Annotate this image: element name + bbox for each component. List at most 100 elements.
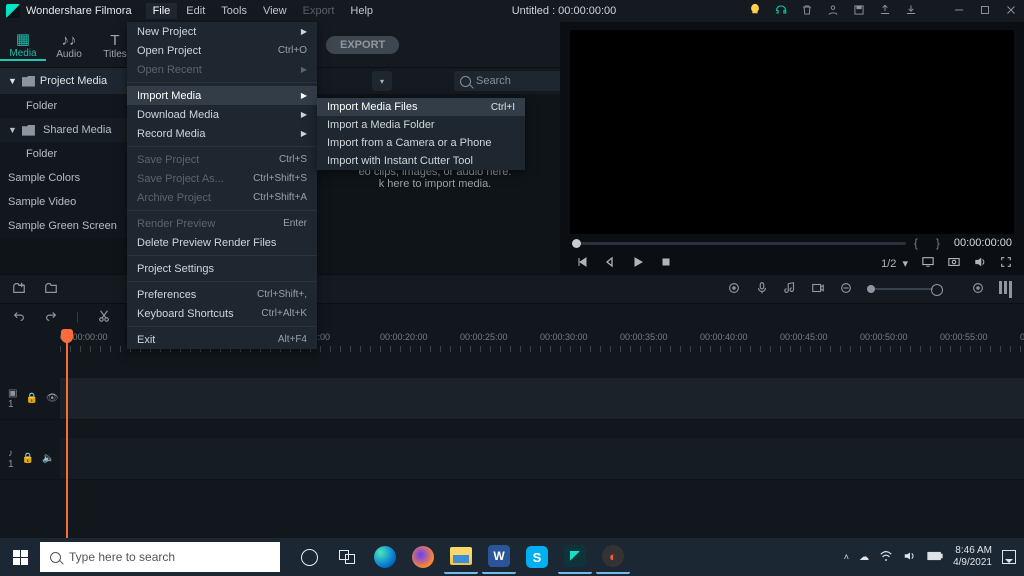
zoom-out-icon[interactable] bbox=[839, 281, 853, 298]
notifications-icon[interactable] bbox=[1002, 550, 1016, 564]
tray-volume-icon[interactable] bbox=[903, 549, 917, 566]
display-icon[interactable] bbox=[922, 256, 934, 271]
filter-dropdown[interactable]: ▾ bbox=[372, 71, 392, 91]
account-icon[interactable] bbox=[826, 3, 840, 20]
zoom-slider[interactable] bbox=[867, 288, 933, 290]
download-icon[interactable] bbox=[904, 3, 918, 20]
smi-import-files[interactable]: Import Media FilesCtrl+I bbox=[317, 98, 525, 116]
search-placeholder: Search bbox=[476, 75, 511, 87]
add-bin-icon[interactable] bbox=[12, 281, 26, 298]
mi-keyboard-shortcuts[interactable]: Keyboard ShortcutsCtrl+Alt+K bbox=[127, 304, 317, 323]
mi-record-media[interactable]: Record Media▶ bbox=[127, 124, 317, 143]
mi-new-project[interactable]: New Project▶ bbox=[127, 22, 317, 41]
lock-icon[interactable]: 🔒 bbox=[25, 393, 37, 404]
tab-media[interactable]: ▦Media bbox=[0, 28, 46, 61]
smi-import-camera[interactable]: Import from a Camera or a Phone bbox=[317, 134, 525, 152]
taskbar-search[interactable]: Type here to search bbox=[40, 542, 280, 572]
delete-icon[interactable] bbox=[800, 3, 814, 20]
taskbar-search-placeholder: Type here to search bbox=[69, 550, 175, 564]
taskbar-edge[interactable] bbox=[368, 540, 402, 574]
mi-save-project-as[interactable]: Save Project As...Ctrl+Shift+S bbox=[127, 169, 317, 188]
preview-scrubber[interactable] bbox=[572, 242, 906, 245]
cortana-button[interactable] bbox=[292, 540, 326, 574]
app-name: Wondershare Filmora bbox=[26, 5, 132, 17]
taskbar-filmora[interactable] bbox=[558, 540, 592, 574]
support-icon[interactable] bbox=[774, 3, 788, 20]
playhead[interactable] bbox=[66, 330, 68, 538]
cut-icon[interactable] bbox=[97, 309, 111, 326]
play-button[interactable] bbox=[632, 256, 644, 271]
video-track-1[interactable] bbox=[60, 378, 1024, 420]
audio-track-header[interactable]: ♪ 1 🔒 🔈 bbox=[0, 438, 60, 480]
step-back-button[interactable] bbox=[604, 256, 616, 271]
mi-save-project[interactable]: Save ProjectCtrl+S bbox=[127, 150, 317, 169]
stop-button[interactable] bbox=[660, 256, 672, 271]
redo-icon[interactable] bbox=[44, 309, 58, 326]
mi-open-project[interactable]: Open ProjectCtrl+O bbox=[127, 41, 317, 60]
tab-audio[interactable]: ♪♪Audio bbox=[46, 29, 92, 60]
undo-icon[interactable] bbox=[12, 309, 26, 326]
menu-view[interactable]: View bbox=[256, 3, 294, 19]
tray-clock[interactable]: 8:46 AM 4/9/2021 bbox=[953, 545, 992, 569]
taskbar-skype[interactable]: S bbox=[520, 540, 554, 574]
mi-render-preview[interactable]: Render PreviewEnter bbox=[127, 214, 317, 233]
tray-overflow-icon[interactable]: ˄ bbox=[844, 552, 849, 562]
maximize-icon[interactable] bbox=[978, 3, 992, 20]
menu-help[interactable]: Help bbox=[343, 3, 380, 19]
mi-download-media[interactable]: Download Media▶ bbox=[127, 105, 317, 124]
taskbar-word[interactable]: W bbox=[482, 540, 516, 574]
tray-battery-icon[interactable] bbox=[927, 551, 943, 564]
menu-export[interactable]: Export bbox=[296, 3, 342, 19]
preview-viewport[interactable] bbox=[570, 30, 1014, 234]
track-body[interactable] bbox=[60, 352, 1024, 538]
mark-in-out-icon[interactable]: { } bbox=[914, 236, 942, 250]
mi-archive-project[interactable]: Archive ProjectCtrl+Shift+A bbox=[127, 188, 317, 207]
mi-preferences[interactable]: PreferencesCtrl+Shift+, bbox=[127, 285, 317, 304]
snapshot-icon[interactable] bbox=[948, 256, 960, 271]
visibility-icon[interactable]: 👁 bbox=[46, 393, 59, 404]
start-button[interactable] bbox=[0, 538, 40, 576]
target-icon[interactable] bbox=[727, 281, 741, 298]
mi-exit[interactable]: ExitAlt+F4 bbox=[127, 330, 317, 349]
mi-import-media[interactable]: Import Media▶ bbox=[127, 86, 317, 105]
close-icon[interactable] bbox=[1004, 3, 1018, 20]
volume-icon[interactable] bbox=[974, 256, 986, 271]
zoom-fit-icon[interactable] bbox=[971, 281, 985, 298]
menu-file[interactable]: File bbox=[146, 3, 178, 19]
menu-edit[interactable]: Edit bbox=[179, 3, 212, 19]
prev-frame-button[interactable] bbox=[576, 256, 588, 271]
new-folder-icon[interactable] bbox=[44, 281, 58, 298]
mute-icon[interactable]: 🔈 bbox=[42, 453, 54, 464]
search-icon bbox=[460, 76, 471, 87]
mi-project-settings[interactable]: Project Settings bbox=[127, 259, 317, 278]
video-track-header[interactable]: ▣ 1 🔒 👁 bbox=[0, 378, 60, 420]
upload-icon[interactable] bbox=[878, 3, 892, 20]
mi-delete-render[interactable]: Delete Preview Render Files bbox=[127, 233, 317, 252]
system-tray: ˄ ☁ 8:46 AM 4/9/2021 bbox=[844, 545, 1024, 569]
export-button[interactable]: EXPORT bbox=[326, 36, 399, 54]
taskbar-snagit[interactable]: ◐ bbox=[596, 540, 630, 574]
tray-wifi-icon[interactable] bbox=[879, 549, 893, 566]
tray-onedrive-icon[interactable]: ☁ bbox=[859, 552, 869, 563]
lock-icon[interactable]: 🔒 bbox=[22, 453, 34, 464]
smi-import-instant-cutter[interactable]: Import with Instant Cutter Tool bbox=[317, 152, 525, 170]
track-headers: ▣ 1 🔒 👁 ♪ 1 🔒 🔈 bbox=[0, 352, 60, 538]
mixer-icon[interactable] bbox=[999, 281, 1012, 298]
save-icon[interactable] bbox=[852, 3, 866, 20]
minimize-icon[interactable] bbox=[952, 3, 966, 20]
audio-track-icon[interactable] bbox=[783, 281, 797, 298]
fullscreen-icon[interactable] bbox=[1000, 256, 1012, 271]
taskbar-firefox[interactable] bbox=[406, 540, 440, 574]
preview-quality[interactable]: 1/2 ▾ bbox=[881, 257, 908, 270]
task-view-button[interactable] bbox=[330, 540, 364, 574]
titlebar: Wondershare Filmora File Edit Tools View… bbox=[0, 0, 1024, 22]
mi-open-recent[interactable]: Open Recent▶ bbox=[127, 60, 317, 79]
menu-tools[interactable]: Tools bbox=[214, 3, 254, 19]
audio-track-1[interactable] bbox=[60, 438, 1024, 480]
tips-icon[interactable] bbox=[748, 3, 762, 20]
voiceover-icon[interactable] bbox=[755, 281, 769, 298]
taskbar-explorer[interactable] bbox=[444, 540, 478, 574]
video-track-icon[interactable] bbox=[811, 281, 825, 298]
search-input[interactable]: Search bbox=[454, 71, 570, 91]
smi-import-folder[interactable]: Import a Media Folder bbox=[317, 116, 525, 134]
